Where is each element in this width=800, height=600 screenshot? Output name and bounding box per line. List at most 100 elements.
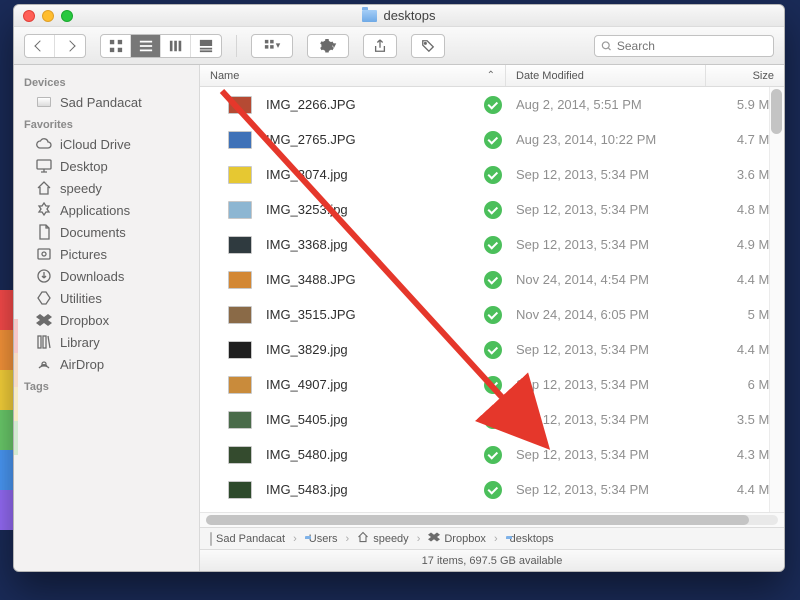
file-name: IMG_5483.jpg xyxy=(266,482,484,497)
column-header-date[interactable]: Date Modified xyxy=(506,65,706,86)
file-row[interactable]: IMG_3515.JPG Nov 24, 2014, 6:05 PM 5 MB xyxy=(200,297,784,332)
file-thumbnail xyxy=(228,446,252,464)
path-label: speedy xyxy=(373,533,408,545)
sidebar: Devices Sad Pandacat Favorites iCloud Dr… xyxy=(14,65,200,571)
file-row[interactable]: IMG_5483.jpg Sep 12, 2013, 5:34 PM 4.4 M… xyxy=(200,472,784,507)
downloads-icon xyxy=(36,268,52,284)
file-thumbnail xyxy=(228,306,252,324)
file-thumbnail xyxy=(228,376,252,394)
search-field[interactable] xyxy=(594,35,774,57)
chevron-down-icon: ▾ xyxy=(276,40,281,51)
file-name: IMG_2266.JPG xyxy=(266,97,484,112)
icon-view-button[interactable] xyxy=(101,35,131,57)
toolbar-separator xyxy=(236,35,237,57)
path-crumb[interactable]: speedy xyxy=(357,531,408,546)
file-row[interactable]: IMG_3829.jpg Sep 12, 2013, 5:34 PM 4.4 M… xyxy=(200,332,784,367)
column-view-button[interactable] xyxy=(161,35,191,57)
file-name: IMG_3829.jpg xyxy=(266,342,484,357)
tags-button[interactable] xyxy=(411,34,445,58)
search-icon xyxy=(601,40,612,52)
sidebar-item-label: Documents xyxy=(60,225,126,240)
column-header-size[interactable]: Size xyxy=(706,65,784,86)
list-view-button[interactable] xyxy=(131,35,161,57)
sidebar-item-documents[interactable]: Documents xyxy=(14,221,199,243)
sidebar-item-label: Pictures xyxy=(60,247,107,262)
action-button[interactable]: ▾ xyxy=(308,35,348,57)
pictures-icon xyxy=(36,246,52,262)
sidebar-item-label: Utilities xyxy=(60,291,102,306)
coverflow-view-button[interactable] xyxy=(191,35,221,57)
sync-status-icon xyxy=(484,411,502,429)
file-thumbnail xyxy=(228,236,252,254)
utilities-icon xyxy=(36,290,52,306)
file-row[interactable]: IMG_5480.jpg Sep 12, 2013, 5:34 PM 4.3 M… xyxy=(200,437,784,472)
sidebar-item-applications[interactable]: Applications xyxy=(14,199,199,221)
path-crumb[interactable]: Dropbox xyxy=(428,531,486,546)
path-icon xyxy=(357,531,369,546)
arrange-group: ▾ xyxy=(251,34,293,58)
file-date: Sep 12, 2013, 5:34 PM xyxy=(516,167,716,182)
view-switcher xyxy=(100,34,222,58)
toolbar: ▾ ▾ xyxy=(14,27,784,65)
file-row[interactable]: IMG_2266.JPG Aug 2, 2014, 5:51 PM 5.9 MB xyxy=(200,87,784,122)
back-button[interactable] xyxy=(25,35,55,57)
file-thumbnail xyxy=(228,131,252,149)
file-name: IMG_3368.jpg xyxy=(266,237,484,252)
sidebar-section-devices: Devices xyxy=(14,75,199,91)
sidebar-item-desktop[interactable]: Desktop xyxy=(14,155,199,177)
titlebar: desktops xyxy=(14,5,784,27)
file-row[interactable]: IMG_4907.jpg Sep 12, 2013, 5:34 PM 6 MB xyxy=(200,367,784,402)
file-row[interactable]: IMG_2765.JPG Aug 23, 2014, 10:22 PM 4.7 … xyxy=(200,122,784,157)
file-row[interactable]: IMG_3488.JPG Nov 24, 2014, 4:54 PM 4.4 M… xyxy=(200,262,784,297)
path-label: Users xyxy=(309,533,338,545)
file-date: Sep 12, 2013, 5:34 PM xyxy=(516,342,716,357)
file-name: IMG_3488.JPG xyxy=(266,272,484,287)
vertical-scrollbar[interactable] xyxy=(769,87,784,512)
sync-status-icon xyxy=(484,96,502,114)
path-crumb[interactable]: desktops xyxy=(506,533,554,545)
applications-icon xyxy=(36,202,52,218)
sidebar-item-icloud-drive[interactable]: iCloud Drive xyxy=(14,133,199,155)
path-label: desktops xyxy=(510,533,554,545)
path-crumb[interactable]: Users xyxy=(305,533,338,545)
path-crumb[interactable]: Sad Pandacat xyxy=(210,533,285,545)
sidebar-item-speedy[interactable]: speedy xyxy=(14,177,199,199)
sync-status-icon xyxy=(484,376,502,394)
sync-status-icon xyxy=(484,446,502,464)
sync-status-icon xyxy=(484,306,502,324)
search-input[interactable] xyxy=(617,39,767,53)
tag-icon xyxy=(421,39,435,53)
sidebar-item-library[interactable]: Library xyxy=(14,331,199,353)
file-row[interactable]: IMG_5405.jpg Sep 12, 2013, 5:34 PM 3.5 M… xyxy=(200,402,784,437)
file-thumbnail xyxy=(228,166,252,184)
horizontal-scrollbar[interactable] xyxy=(200,512,784,527)
sidebar-item-pictures[interactable]: Pictures xyxy=(14,243,199,265)
sidebar-item-downloads[interactable]: Downloads xyxy=(14,265,199,287)
file-row[interactable]: IMG_3368.jpg Sep 12, 2013, 5:34 PM 4.9 M… xyxy=(200,227,784,262)
forward-button[interactable] xyxy=(55,35,85,57)
file-name: IMG_5405.jpg xyxy=(266,412,484,427)
close-button[interactable] xyxy=(23,10,35,22)
file-date: Nov 24, 2014, 4:54 PM xyxy=(516,272,716,287)
sidebar-item-sad-pandacat[interactable]: Sad Pandacat xyxy=(14,91,199,113)
status-text: 17 items, 697.5 GB available xyxy=(422,555,563,567)
sidebar-item-dropbox[interactable]: Dropbox xyxy=(14,309,199,331)
file-list[interactable]: IMG_2266.JPG Aug 2, 2014, 5:51 PM 5.9 MB… xyxy=(200,87,784,512)
arrange-button[interactable]: ▾ xyxy=(252,35,292,57)
file-row[interactable]: IMG_3074.jpg Sep 12, 2013, 5:34 PM 3.6 M… xyxy=(200,157,784,192)
column-header-name[interactable]: Name ⌃ xyxy=(200,65,506,86)
file-row[interactable]: IMG_3253.jpg Sep 12, 2013, 5:34 PM 4.8 M… xyxy=(200,192,784,227)
share-button[interactable] xyxy=(363,34,397,58)
file-name: IMG_2765.JPG xyxy=(266,132,484,147)
file-date: Sep 12, 2013, 5:34 PM xyxy=(516,377,716,392)
file-name: IMG_4907.jpg xyxy=(266,377,484,392)
library-icon xyxy=(36,334,52,350)
sidebar-item-utilities[interactable]: Utilities xyxy=(14,287,199,309)
minimize-button[interactable] xyxy=(42,10,54,22)
file-date: Sep 12, 2013, 5:34 PM xyxy=(516,447,716,462)
sidebar-section-favorites: Favorites xyxy=(14,117,199,133)
zoom-button[interactable] xyxy=(61,10,73,22)
sidebar-item-label: Applications xyxy=(60,203,130,218)
sidebar-item-airdrop[interactable]: AirDrop xyxy=(14,353,199,375)
path-bar: Sad Pandacat›Users›speedy›Dropbox›deskto… xyxy=(200,527,784,549)
